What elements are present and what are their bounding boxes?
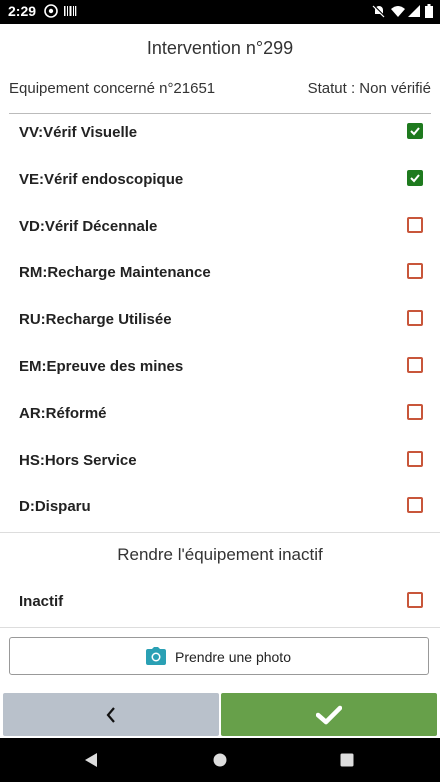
inactive-section-title: Rendre l'équipement inactif — [117, 545, 323, 564]
back-button[interactable] — [3, 693, 219, 736]
check-row[interactable]: EM:Epreuve des mines — [0, 344, 440, 390]
check-label: VV:Vérif Visuelle — [19, 124, 138, 141]
signal-icon — [408, 4, 420, 21]
inactive-label: Inactif — [19, 593, 64, 610]
check-label: VD:Vérif Décennale — [19, 218, 158, 235]
checked-checkbox[interactable] — [407, 123, 423, 139]
check-row[interactable]: VD:Vérif Décennale — [0, 204, 440, 250]
check-row[interactable]: AR:Réformé — [0, 391, 440, 437]
equipment-number: Equipement concerné n°21651 — [9, 80, 216, 97]
take-photo-label: Prendre une photo — [175, 649, 291, 665]
check-label: HS:Hors Service — [19, 452, 137, 469]
unchecked-checkbox[interactable] — [407, 263, 423, 279]
check-row[interactable]: RM:Recharge Maintenance — [0, 250, 440, 296]
nav-back-icon[interactable] — [84, 752, 98, 768]
check-label: VE:Vérif endoscopique — [19, 171, 184, 188]
page-title: Intervention n°299 — [146, 38, 294, 58]
check-row[interactable]: VE:Vérif endoscopique — [0, 157, 440, 203]
camera-icon — [146, 647, 166, 665]
unchecked-checkbox[interactable] — [407, 217, 423, 233]
unchecked-checkbox[interactable] — [407, 497, 423, 513]
inactive-divider — [0, 627, 440, 628]
checkmark-icon — [410, 127, 420, 136]
checked-checkbox[interactable] — [407, 170, 423, 186]
inactive-checkbox[interactable] — [407, 592, 423, 608]
navigation-bar — [0, 738, 440, 782]
check-label: D:Disparu — [19, 498, 91, 515]
battery-icon — [425, 4, 433, 21]
check-label: EM:Epreuve des mines — [19, 358, 184, 375]
unchecked-checkbox[interactable] — [407, 310, 423, 326]
unchecked-checkbox[interactable] — [407, 451, 423, 467]
status-time: 2:29 — [8, 3, 37, 19]
unchecked-checkbox[interactable] — [407, 404, 423, 420]
take-photo-button[interactable]: Prendre une photo — [9, 637, 429, 675]
confirm-button[interactable] — [221, 693, 437, 736]
check-label: RU:Recharge Utilisée — [19, 311, 172, 328]
inactive-row[interactable]: Inactif — [0, 579, 440, 625]
check-row[interactable]: HS:Hors Service — [0, 438, 440, 484]
check-label: AR:Réformé — [19, 405, 107, 422]
status-bar: 2:29 — [0, 0, 440, 24]
unchecked-checkbox[interactable] — [407, 357, 423, 373]
check-row[interactable]: D:Disparu — [0, 484, 440, 530]
nav-home-icon[interactable] — [213, 753, 227, 767]
check-icon — [316, 705, 342, 725]
check-row[interactable]: VV:Vérif Visuelle — [0, 110, 440, 156]
check-row[interactable]: RU:Recharge Utilisée — [0, 297, 440, 343]
barcode-icon — [63, 4, 77, 21]
status-text: Statut : Non vérifié — [307, 80, 431, 97]
equipment-info: Equipement concerné n°21651 Statut : Non… — [9, 80, 431, 97]
checkmark-icon — [410, 174, 420, 183]
settings-notification-icon — [44, 4, 58, 21]
nav-recents-icon[interactable] — [340, 753, 354, 767]
chevron-left-icon — [106, 707, 115, 723]
section-divider — [0, 532, 440, 533]
check-label: RM:Recharge Maintenance — [19, 264, 211, 281]
notifications-off-icon — [372, 4, 386, 21]
wifi-icon — [391, 4, 405, 21]
